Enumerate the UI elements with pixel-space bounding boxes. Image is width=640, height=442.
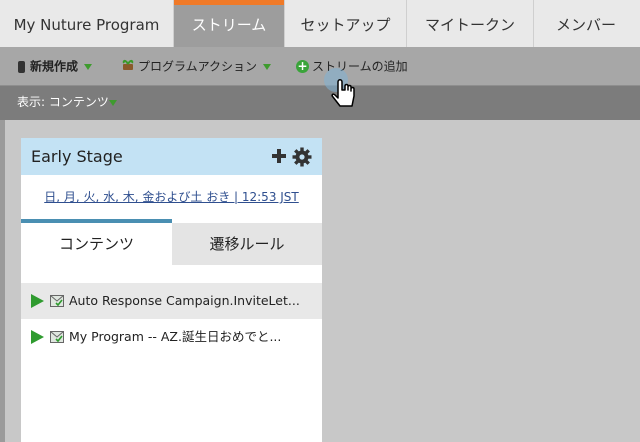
new-item-icon <box>18 60 25 73</box>
tab-my-tokens[interactable]: マイトークン <box>407 0 533 47</box>
program-actions-label: プログラムアクション <box>138 59 258 74</box>
top-tab-bar: My Nuture Program ストリーム セットアップ マイトークン メン… <box>0 0 640 47</box>
new-menu-label: 新規作成 <box>30 59 79 74</box>
stream-schedule-link[interactable]: 日, 月, 火, 水, 木, 金および土 おき | 12:53 JST <box>21 175 322 219</box>
tab-program[interactable]: My Nuture Program <box>0 0 173 47</box>
list-item[interactable]: My Program -- AZ.誕生日おめでと... <box>21 319 322 355</box>
stream-header: Early Stage <box>21 138 322 175</box>
email-icon <box>50 331 64 343</box>
chevron-down-icon <box>263 63 272 70</box>
stream-panel: Early Stage 日, 月, 火, 水, 木, 金および土 おき | 12… <box>21 138 322 442</box>
chevron-down-icon <box>109 100 117 106</box>
tab-content[interactable]: コンテンツ <box>21 223 172 265</box>
add-stream-icon: + <box>296 59 309 73</box>
tab-program-label: My Nuture Program <box>13 16 160 34</box>
tab-streams[interactable]: ストリーム <box>174 0 284 47</box>
view-bar: 表示: コンテンツ <box>0 86 640 120</box>
hand-cursor-icon <box>324 68 355 107</box>
toolbar: 新規作成 プログラムアクション + ストリームの追加 <box>0 47 640 86</box>
list-item-label: My Program -- AZ.誕生日おめでと... <box>69 329 282 344</box>
program-actions-icon <box>121 48 135 86</box>
tab-setup-label: セットアップ <box>300 16 391 34</box>
stream-title[interactable]: Early Stage <box>31 138 123 175</box>
plus-icon[interactable] <box>271 148 287 164</box>
tab-streams-label: ストリーム <box>191 16 267 34</box>
new-menu-button[interactable]: 新規作成 <box>18 47 93 85</box>
list-item[interactable]: Auto Response Campaign.InviteLet... <box>21 283 322 319</box>
tab-members-label: メンバー <box>555 16 616 34</box>
program-actions-button[interactable]: プログラムアクション <box>121 47 272 86</box>
tab-my-tokens-label: マイトークン <box>424 16 515 34</box>
play-icon <box>31 294 44 308</box>
gear-icon[interactable] <box>292 147 312 167</box>
chevron-down-icon <box>84 63 93 70</box>
tab-setup[interactable]: セットアップ <box>285 0 406 47</box>
list-item-label: Auto Response Campaign.InviteLet... <box>69 293 300 308</box>
tab-transition-rules[interactable]: 遷移ルール <box>172 223 322 265</box>
tab-members[interactable]: メンバー <box>534 0 638 47</box>
play-icon <box>31 330 44 344</box>
view-selector[interactable]: 表示: コンテンツ <box>17 86 109 119</box>
email-icon <box>50 295 64 307</box>
